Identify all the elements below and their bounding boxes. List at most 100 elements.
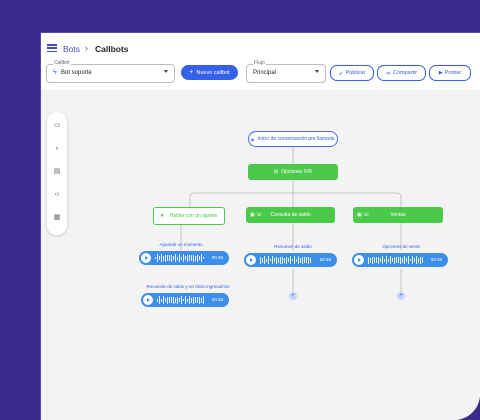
ivr-options-node[interactable]: ⊞ Opciones IVR bbox=[248, 164, 338, 180]
share-icon: ⋖ bbox=[385, 70, 391, 77]
rocket-icon: ➶ bbox=[338, 70, 344, 77]
share-label: Compartir bbox=[392, 70, 418, 76]
start-node[interactable]: ▶ Inicio de conversación por llamada bbox=[248, 131, 338, 147]
waveform-bar bbox=[302, 256, 303, 264]
waveform-bar bbox=[181, 296, 182, 304]
play-button[interactable] bbox=[141, 253, 151, 263]
audio-player[interactable]: 00:45 bbox=[244, 253, 337, 267]
agent-node[interactable]: ♦ Hablar con un agente bbox=[153, 207, 225, 225]
waveform-bar bbox=[266, 258, 267, 262]
play-icon: ▶ bbox=[251, 136, 255, 142]
waveform-bar bbox=[173, 256, 174, 260]
waveform-bar bbox=[412, 256, 413, 264]
waveform-bar bbox=[400, 256, 401, 264]
waveform-bar bbox=[292, 259, 293, 261]
test-label: Probar bbox=[444, 70, 462, 76]
balance-node[interactable]: ▣ ☏ Consulta de saldo bbox=[246, 207, 335, 223]
audio-duration: 00:45 bbox=[430, 257, 442, 262]
vertical-toolbar: ▭ ♁ ▤ ‹› ▦ bbox=[47, 112, 67, 235]
test-button[interactable]: ▶ Probar bbox=[429, 65, 471, 81]
waveform-bar bbox=[402, 257, 403, 263]
breadcrumb-parent[interactable]: Bots bbox=[63, 44, 80, 54]
waveform-bar bbox=[183, 254, 184, 262]
message-icon[interactable]: ▭ bbox=[53, 122, 61, 130]
play-button[interactable] bbox=[143, 295, 153, 305]
add-node-button[interactable]: + bbox=[289, 292, 297, 300]
waveform-bar bbox=[262, 257, 263, 263]
waveform-bar bbox=[396, 257, 397, 263]
waveform bbox=[155, 254, 204, 262]
callbot-select[interactable]: Callbot ϟ Bot soporte bbox=[46, 60, 175, 83]
audio-duration: 00:40 bbox=[211, 255, 223, 260]
publish-button[interactable]: ➶ Publicar bbox=[330, 65, 374, 81]
waveform-bar bbox=[199, 256, 200, 260]
waveform-bar bbox=[163, 255, 164, 261]
waveform-bar bbox=[386, 256, 387, 264]
callbot-select-label: Callbot bbox=[53, 60, 71, 66]
agent-node-label: Hablar con un agente bbox=[169, 213, 218, 219]
waveform-bar bbox=[398, 257, 399, 263]
mic-icon[interactable]: ♁ bbox=[53, 145, 61, 153]
sales-node[interactable]: ▣ ☏ Ventas bbox=[353, 207, 443, 223]
waveform-bar bbox=[278, 257, 279, 263]
waveform-bar bbox=[191, 255, 192, 261]
table-icon[interactable]: ▦ bbox=[53, 214, 61, 222]
play-button[interactable] bbox=[354, 255, 364, 265]
waveform-bar bbox=[201, 254, 202, 262]
share-button[interactable]: ⋖ Compartir bbox=[377, 65, 426, 81]
waveform-bar bbox=[288, 258, 289, 262]
waveform-bar bbox=[374, 257, 375, 263]
add-node-button[interactable]: + bbox=[397, 292, 405, 300]
waveform-bar bbox=[410, 259, 411, 261]
new-callbot-button[interactable]: + Nuevo callbot bbox=[181, 65, 238, 80]
waveform-bar bbox=[187, 254, 188, 262]
waveform-bar bbox=[169, 297, 170, 303]
waveform-bar bbox=[268, 256, 269, 264]
waveform-bar bbox=[406, 258, 407, 262]
sales-audio-caption: Opciones de venta bbox=[382, 244, 420, 249]
new-callbot-label: Nuevo callbot bbox=[196, 69, 230, 76]
waveform-bar bbox=[171, 254, 172, 262]
waveform-bar bbox=[300, 257, 301, 263]
ivr-options-label: Opciones IVR bbox=[281, 169, 313, 175]
card-icon[interactable]: ▤ bbox=[53, 168, 61, 176]
phone-icon: ▣ ☏ bbox=[357, 212, 370, 218]
waveform-bar bbox=[161, 298, 162, 302]
waveform-bar bbox=[165, 298, 166, 302]
waveform-bar bbox=[165, 254, 166, 262]
waveform-bar bbox=[290, 256, 291, 264]
flow-select[interactable]: Flujo Principal bbox=[246, 60, 326, 83]
balance-node-label: Consulta de saldo bbox=[270, 212, 311, 218]
waveform-bar bbox=[276, 256, 277, 264]
flow-select-label: Flujo bbox=[253, 60, 266, 66]
waveform-bar bbox=[422, 257, 423, 263]
waveform-bar bbox=[304, 257, 305, 263]
flow-select-value: Principal bbox=[253, 70, 277, 76]
waveform-bar bbox=[394, 256, 395, 264]
callbot-select-value: Bot soporte bbox=[61, 70, 92, 76]
play-button[interactable] bbox=[246, 255, 256, 265]
audio-player[interactable]: 00:45 bbox=[141, 293, 229, 307]
audio-player[interactable]: 00:45 bbox=[352, 253, 448, 267]
waveform-bar bbox=[199, 296, 200, 304]
page-title: Callbots bbox=[95, 44, 129, 54]
breadcrumb-separator: › bbox=[85, 43, 88, 53]
waveform-bar bbox=[308, 256, 309, 264]
waveform-bar bbox=[203, 257, 204, 259]
waveform-bar bbox=[191, 297, 192, 303]
waveform-bar bbox=[310, 257, 311, 263]
waveform-bar bbox=[157, 254, 158, 262]
code-icon[interactable]: ‹› bbox=[53, 191, 61, 199]
waveform-bar bbox=[404, 256, 405, 264]
waveform-bar bbox=[173, 296, 174, 304]
audio-duration: 00:45 bbox=[211, 297, 223, 302]
publish-label: Publicar bbox=[345, 70, 366, 76]
menu-icon[interactable] bbox=[47, 44, 57, 52]
flow-canvas[interactable]: ▭ ♁ ▤ ‹› ▦ ▶ Inicio de conversación por … bbox=[41, 90, 480, 420]
waveform-bar bbox=[203, 296, 204, 304]
audio-player[interactable]: 00:40 bbox=[139, 251, 229, 265]
waveform-bar bbox=[414, 258, 415, 262]
waveform-bar bbox=[370, 257, 371, 263]
waveform-bar bbox=[195, 297, 196, 303]
waveform-bar bbox=[390, 256, 391, 264]
